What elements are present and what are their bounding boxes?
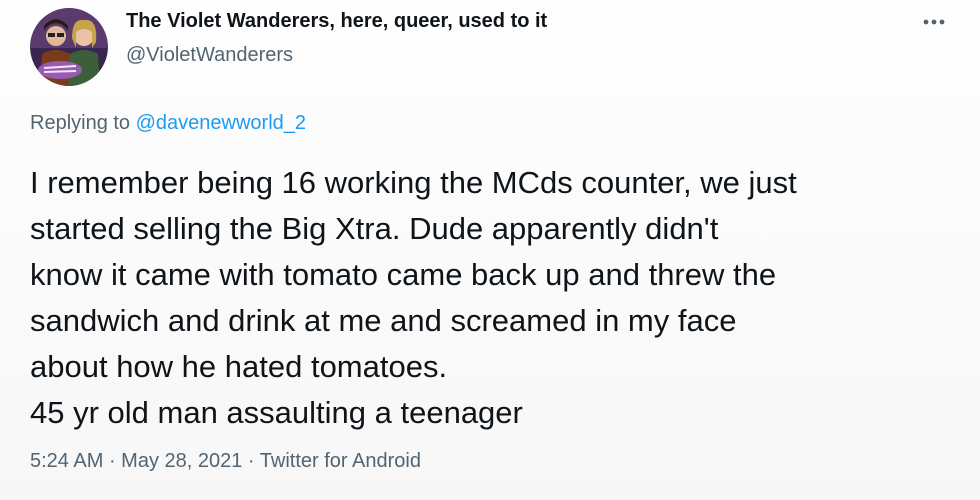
more-options-icon — [923, 19, 945, 25]
tweet-text: I remember being 16 working the MCds cou… — [30, 165, 797, 430]
tweet-source[interactable]: Twitter for Android — [260, 450, 421, 472]
display-name[interactable]: The Violet Wanderers, here, queer, used … — [126, 10, 547, 33]
meta-separator: · — [103, 450, 122, 472]
tweet-time[interactable]: 5:24 AM — [30, 450, 103, 472]
tweet-card: The Violet Wanderers, here, queer, used … — [0, 0, 980, 500]
user-handle[interactable]: @VioletWanderers — [126, 44, 293, 67]
reply-prefix: Replying to — [30, 112, 136, 134]
more-options-button[interactable] — [916, 10, 952, 34]
avatar-image — [30, 8, 108, 86]
avatar[interactable] — [30, 8, 108, 86]
tweet-date[interactable]: May 28, 2021 — [121, 450, 242, 472]
meta-separator: · — [242, 450, 260, 472]
tweet-metadata: 5:24 AM · May 28, 2021 · Twitter for And… — [30, 450, 421, 473]
reply-mention-link[interactable]: @davenewworld_2 — [136, 112, 306, 134]
reply-context: Replying to @davenewworld_2 — [30, 112, 306, 135]
